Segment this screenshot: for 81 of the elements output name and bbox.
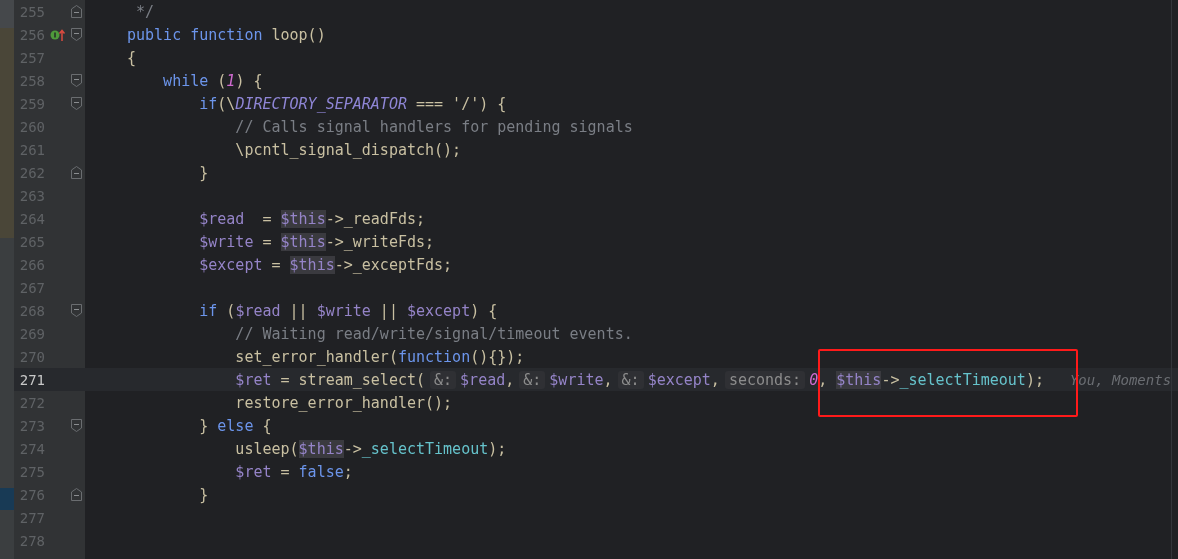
code-text: ) { (235, 71, 263, 90)
code-text: (){}); (470, 347, 525, 366)
code-text: = (261, 232, 273, 251)
keyword: if (198, 94, 218, 113)
code-text: -> (881, 370, 900, 389)
parameter-hint: &: (617, 370, 644, 389)
variable: $write (549, 370, 604, 389)
number-literal: 0 (809, 370, 819, 389)
code-text: } (198, 485, 209, 504)
fold-end-icon[interactable] (71, 488, 82, 501)
code-text: = stream_select( (279, 370, 426, 389)
line-number: 271 (18, 371, 45, 388)
this-keyword: $this (280, 232, 326, 251)
code-text: , (710, 370, 720, 389)
code-text: { (261, 416, 272, 435)
parameter-hint: seconds: (724, 370, 806, 389)
keyword: public function (127, 25, 263, 44)
fold-icon[interactable] (71, 28, 82, 41)
keyword: false (298, 462, 344, 481)
code-text: ); (488, 439, 507, 458)
code-text: -> (343, 439, 362, 458)
code-text: ->_readFds; (325, 209, 426, 228)
code-text: ; (343, 462, 353, 481)
this-keyword: $this (280, 209, 326, 228)
code-text: , (818, 370, 829, 389)
this-keyword: $this (298, 439, 344, 458)
variable: $read (460, 370, 506, 389)
keyword: while (162, 71, 209, 90)
code-text: ->_writeFds; (325, 232, 435, 251)
variable: $except (406, 301, 471, 320)
code-text: } (198, 163, 209, 182)
number-literal: 1 (226, 71, 236, 90)
code-text: || (378, 301, 399, 320)
implemented-icon[interactable] (50, 27, 66, 42)
variable: $except (198, 255, 263, 274)
code-text: = (279, 462, 291, 481)
variable: $write (198, 232, 254, 251)
this-keyword: $this (289, 255, 335, 274)
code-text: ); (1025, 370, 1044, 389)
parameter-hint: &: (519, 370, 546, 389)
code-text: = (261, 209, 273, 228)
variable: $except (647, 370, 711, 389)
code-text: loop() (270, 25, 326, 44)
code-text: ( (216, 71, 227, 90)
code-comment: */ (135, 2, 155, 21)
variable: $read (198, 209, 245, 228)
code-text: { (127, 48, 137, 67)
fold-end-icon[interactable] (71, 166, 82, 179)
fold-icon[interactable] (71, 304, 82, 317)
code-text: restore_error_handler(); (234, 393, 453, 412)
code-comment: // Calls signal handlers for pending signals (234, 117, 633, 136)
code-text: ( (225, 301, 236, 320)
variable: $ret (234, 462, 272, 481)
fold-icon[interactable] (71, 74, 82, 87)
code-text: (\ (217, 94, 236, 113)
code-comment: // Waiting read/write/signal/timeout events. (234, 324, 633, 343)
fold-icon[interactable] (71, 97, 82, 110)
keyword: if (198, 301, 218, 320)
code-text: = (270, 255, 282, 274)
fold-end-icon[interactable] (71, 5, 82, 18)
code-text: === '/') { (415, 94, 507, 113)
constant-name: DIRECTORY_SEPARATOR (235, 94, 407, 113)
this-keyword: $this (836, 370, 882, 389)
parameter-hint: &: (430, 370, 457, 389)
code-text: ) { (470, 301, 498, 320)
variable: $write (316, 301, 371, 320)
code-text: || (288, 301, 309, 320)
code-text: } (198, 416, 209, 435)
code-text: , (603, 370, 613, 389)
code-text: usleep( (234, 439, 299, 458)
code-text: set_error_handler( (234, 347, 398, 366)
variable: $ret (234, 370, 272, 389)
code-text: , (505, 370, 515, 389)
code-text: \pcntl_signal_dispatch(); (234, 140, 462, 159)
field-name: _selectTimeout (361, 439, 489, 458)
keyword: function (397, 347, 471, 366)
keyword: else (216, 416, 254, 435)
code-text: ->_exceptFds; (334, 255, 453, 274)
fold-icon[interactable] (71, 419, 82, 432)
field-name: _selectTimeout (899, 370, 1026, 389)
variable: $read (235, 301, 281, 320)
